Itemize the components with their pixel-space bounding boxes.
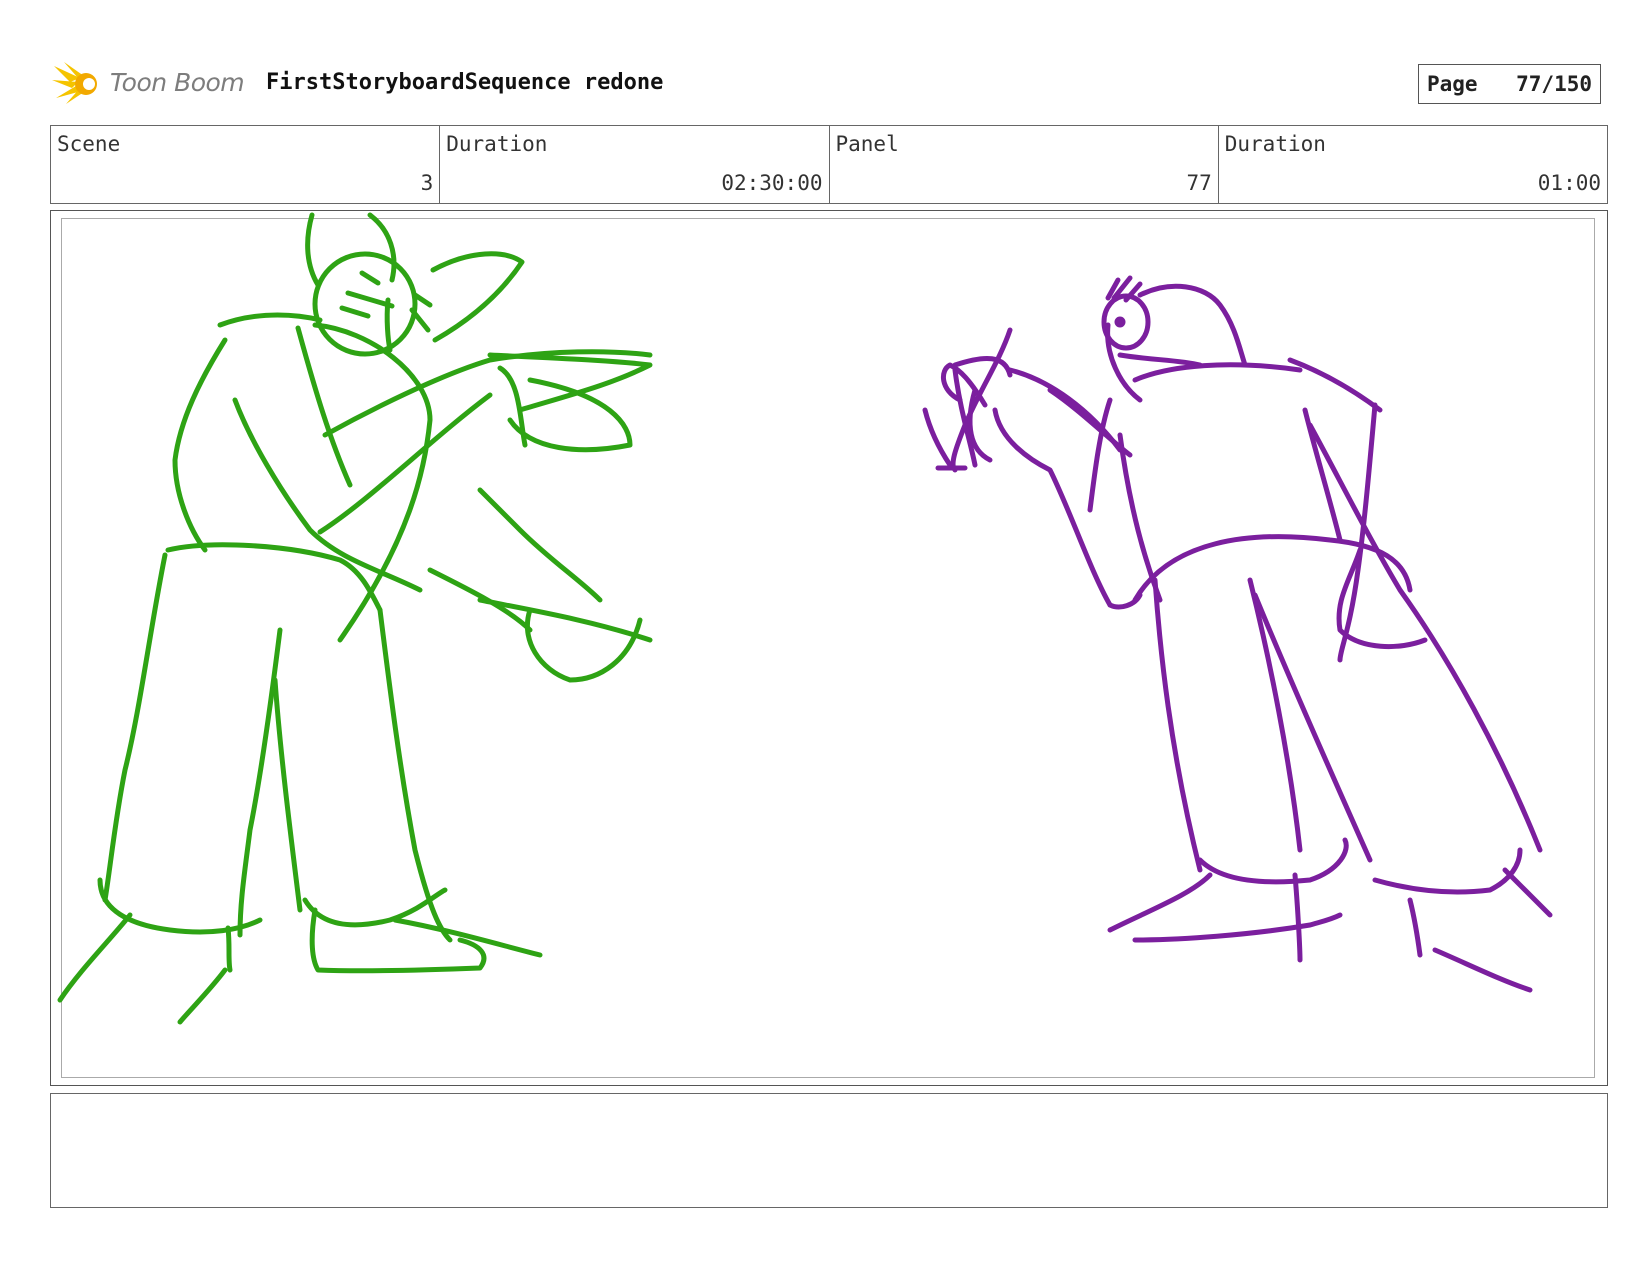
page-header: Toon Boom FirstStoryboardSequence redone…	[52, 56, 1609, 106]
panel-duration-cell: Duration 01:00	[1219, 126, 1607, 203]
panel-cell: Panel 77	[830, 126, 1219, 203]
scene-duration-cell: Duration 02:30:00	[440, 126, 830, 203]
scene-duration-label: Duration	[446, 132, 548, 156]
panel-sketch	[57, 212, 1553, 1025]
document-title: FirstStoryboardSequence redone	[266, 70, 664, 95]
scene-duration-value: 02:30:00	[721, 171, 823, 195]
page-indicator: Page 77/150	[1418, 64, 1601, 104]
scene-cell: Scene 3	[51, 126, 441, 203]
panel-value: 77	[1186, 171, 1212, 195]
page-label: Page	[1427, 72, 1478, 96]
scene-label: Scene	[57, 132, 121, 156]
panel-label: Panel	[835, 132, 899, 156]
purple-figure	[922, 275, 1553, 993]
page-number: 77/150	[1516, 72, 1592, 96]
info-row: Scene 3 Duration 02:30:00 Panel 77 Durat…	[50, 125, 1608, 204]
notes-box	[50, 1093, 1608, 1208]
brand-name: Toon Boom	[110, 68, 245, 97]
scene-value: 3	[420, 171, 434, 195]
toon-boom-logo: Toon Boom	[52, 58, 252, 108]
starburst-icon	[52, 62, 97, 104]
panel-duration-label: Duration	[1224, 132, 1326, 156]
panel-duration-value: 01:00	[1537, 171, 1601, 195]
green-figure	[57, 212, 653, 1025]
